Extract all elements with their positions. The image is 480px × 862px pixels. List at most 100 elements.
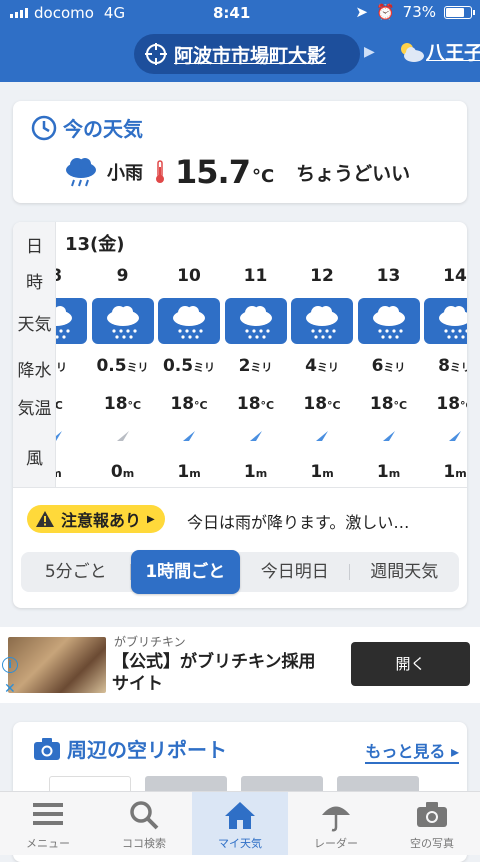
alert-badge[interactable]: 注意報あり ▶	[27, 505, 165, 533]
info-icon[interactable]: i	[2, 657, 18, 673]
current-weather-card: 今の天気 小雨 15.7 °C ちょうどいい	[13, 101, 467, 203]
location-bar: 阿波市市場町大影 ▶ 八王子	[0, 26, 480, 82]
precip-value: 0.5ミリ	[96, 356, 149, 376]
warning-icon	[36, 511, 54, 527]
rain-icon	[224, 298, 287, 344]
wind-value: 1m	[376, 462, 401, 482]
wind-direction-icon	[449, 431, 461, 441]
ad-headline[interactable]: 【公式】がブリチキン採用サイト	[112, 651, 332, 695]
chevron-right-icon: ▶	[147, 513, 155, 525]
ad-sponsor: がブリチキン	[114, 635, 186, 649]
hour-label: 9	[116, 266, 129, 286]
hour-column: 13 6ミリ 18°C 1m	[356, 222, 422, 487]
hour-label: 12	[310, 266, 334, 286]
rain-icon	[56, 298, 87, 344]
label-wind: 風	[26, 449, 43, 469]
umbrella-icon	[322, 806, 350, 832]
partly-cloudy-icon	[401, 42, 424, 62]
temperature-unit: °C	[251, 165, 275, 187]
tab-weekly[interactable]: 週間天気	[350, 552, 460, 592]
light-rain-icon	[66, 158, 96, 187]
ad-open-button[interactable]: 開く	[351, 642, 470, 686]
hourly-columns[interactable]: 8ミリ°Cm 9 0.5ミリ 18°C 0m 10 0.5ミリ 18°C 1m 11 2ミリ 18°C…	[56, 222, 467, 487]
feel-description: ちょうどいい	[296, 162, 411, 185]
hour-label: 10	[177, 266, 201, 286]
sky-report-title: 周辺の空リポート	[33, 734, 227, 763]
hour-label: 13	[376, 266, 401, 286]
rain-icon	[424, 298, 467, 344]
wind-value: m	[56, 462, 89, 482]
row-labels: 日 時 天気 降水 気温 風	[13, 222, 56, 487]
tab-sky-photos[interactable]: 空の写真	[384, 792, 480, 855]
hour-label: 14	[443, 266, 467, 286]
status-bar: docomo 4G 8:41 ➤ ⏰ 73%	[0, 0, 480, 26]
precip-value: 2ミリ	[238, 356, 273, 376]
close-ad-icon[interactable]: ✕	[4, 681, 16, 697]
hour-label: 8	[56, 266, 89, 286]
wind-value: 1m	[243, 462, 268, 482]
hour-column: 12 4ミリ 18°C 1m	[289, 222, 355, 487]
home-icon	[225, 802, 255, 829]
crosshair-icon	[145, 43, 167, 65]
more-link[interactable]: もっと見る ▸	[365, 738, 459, 764]
tab-my-weather[interactable]: マイ天気	[192, 792, 288, 855]
hour-column: 11 2ミリ 18°C 1m	[223, 222, 289, 487]
divider	[13, 487, 467, 488]
alert-text[interactable]: 今日は雨が降ります。激しい…	[187, 509, 409, 533]
battery-icon	[444, 5, 475, 19]
tab-menu[interactable]: メニュー	[0, 792, 96, 855]
wind-direction-icon	[56, 431, 62, 441]
ad-banner[interactable]: i ✕ がブリチキン 【公式】がブリチキン採用サイト 開く	[0, 627, 480, 703]
tab-today-tomorrow[interactable]: 今日明日	[240, 552, 350, 592]
wind-value: 1m	[177, 462, 201, 482]
location-selector[interactable]: 阿波市市場町大影	[134, 34, 360, 74]
precip-value: 0.5ミリ	[162, 356, 216, 376]
precip-value: 4ミリ	[305, 356, 339, 376]
tab-hourly[interactable]: 1時間ごと	[130, 550, 240, 594]
precip-value: 8ミリ	[438, 356, 467, 376]
hour-column: 9 0.5ミリ 18°C 0m	[90, 222, 156, 487]
hourly-forecast-card: 日 時 天気 降水 気温 風 13(金) 8ミリ°Cm90.5ミリ18°C0m1…	[13, 222, 467, 608]
tab-5min[interactable]: 5分ごと	[21, 552, 131, 592]
temp-value: 18°C	[103, 394, 142, 414]
label-precip: 降水	[17, 361, 52, 381]
carrier: docomo	[34, 4, 94, 22]
precip-value: 6ミリ	[371, 356, 406, 376]
temp-value: 18°C	[436, 394, 467, 414]
rain-icon	[91, 298, 154, 344]
bottom-tab-bar: メニュー ココ検索 マイ天気 レーダー 空の写真	[0, 791, 480, 855]
wind-direction-icon	[382, 431, 395, 441]
camera-icon	[417, 802, 447, 827]
wind-direction-icon	[183, 431, 195, 441]
next-location[interactable]: 八王子	[396, 38, 480, 65]
rain-icon	[291, 298, 353, 344]
location-arrow-icon: ➤	[355, 3, 368, 21]
next-location-arrow-icon[interactable]: ▶	[364, 44, 375, 60]
hour-label: 11	[243, 266, 268, 286]
clock-icon	[31, 115, 57, 140]
thermometer-icon	[156, 160, 164, 183]
hour-column: 8 ミリ °C m	[56, 222, 89, 487]
clock: 8:41	[213, 4, 251, 22]
menu-icon	[33, 803, 63, 825]
wind-value: 1m	[443, 462, 467, 482]
label-weather: 天気	[17, 315, 52, 335]
next-location-name: 八王子	[426, 42, 480, 64]
camera-icon	[34, 737, 60, 760]
tab-search[interactable]: ココ検索	[96, 792, 192, 855]
label-hour: 時	[26, 273, 43, 293]
wind-value: 1m	[310, 462, 334, 482]
hour-column: 10 0.5ミリ 18°C 1m	[156, 222, 222, 487]
temp-value: 18°C	[303, 394, 341, 414]
wind-value: 0m	[110, 462, 135, 482]
alarm-icon: ⏰	[375, 3, 395, 21]
forecast-range-tabs: 5分ごと 1時間ごと 今日明日 週間天気	[21, 550, 460, 594]
temp-value: 18°C	[236, 394, 275, 414]
current-temperature: 15.7	[175, 153, 251, 191]
signal-icon	[10, 8, 28, 18]
tab-radar[interactable]: レーダー	[288, 792, 384, 855]
ad-image[interactable]	[8, 637, 106, 693]
wind-direction-icon	[316, 431, 328, 441]
rain-icon	[158, 298, 220, 344]
search-icon	[130, 801, 159, 830]
